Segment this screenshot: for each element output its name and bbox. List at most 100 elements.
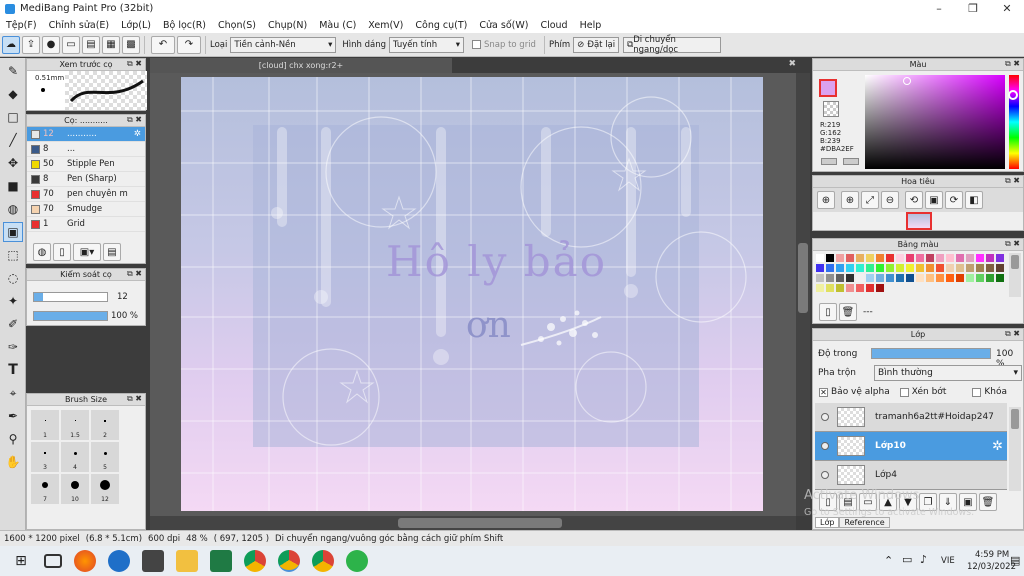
palette-swatch[interactable] <box>916 254 924 262</box>
type-select[interactable]: Tiền cảnh-Nền ▾ <box>230 36 337 53</box>
palette-swatch[interactable] <box>876 284 884 292</box>
tray-chevron-icon[interactable]: ⌃ <box>884 554 893 567</box>
shape-select[interactable]: Tuyến tính ▾ <box>388 36 464 53</box>
panel-controls[interactable]: ⧉ ✖ <box>1005 176 1020 186</box>
palette-swatch[interactable] <box>836 284 844 292</box>
select-eraser-tool[interactable]: ✑ <box>3 337 23 357</box>
size-cell[interactable]: 10 <box>61 474 89 504</box>
text-tool[interactable]: T <box>3 360 23 380</box>
layer-opacity-slider[interactable] <box>871 348 991 359</box>
palette-swatch[interactable] <box>906 264 914 272</box>
panel-controls[interactable]: ⧉ ✖ <box>1005 329 1020 339</box>
palette-swatch[interactable] <box>826 284 834 292</box>
palette-swatch[interactable] <box>966 264 974 272</box>
brush-opacity-slider[interactable] <box>33 311 108 321</box>
palette-swatch[interactable] <box>866 264 874 272</box>
palette-swatch[interactable] <box>936 264 944 272</box>
message-button[interactable]: ▭ <box>62 35 80 54</box>
maximize-button[interactable]: ❐ <box>956 0 990 17</box>
palette-swatch[interactable] <box>886 274 894 282</box>
fill-rect-tool[interactable]: ■ <box>3 176 23 196</box>
file-explorer-button[interactable] <box>176 550 198 572</box>
palette-swatch[interactable] <box>926 274 934 282</box>
comment-button[interactable]: ● <box>42 35 60 54</box>
palette-swatch[interactable] <box>826 274 834 282</box>
palette-swatch[interactable] <box>966 254 974 262</box>
tab-reference[interactable]: Reference <box>839 517 890 528</box>
panel-controls[interactable]: ⧉ ✖ <box>127 115 142 125</box>
menu-help[interactable]: Help <box>574 20 608 31</box>
palette-swatch[interactable] <box>816 264 824 272</box>
palette-swatch[interactable] <box>896 274 904 282</box>
palette-swatch[interactable] <box>956 274 964 282</box>
size-cell[interactable]: 3 <box>31 442 59 472</box>
notification-icon[interactable]: ▤ <box>1010 554 1020 567</box>
palette-swatch[interactable] <box>916 274 924 282</box>
tab-layer[interactable]: Lớp <box>815 517 840 528</box>
palette-swatch[interactable] <box>886 264 894 272</box>
bucket-tool[interactable]: ◍ <box>3 199 23 219</box>
palette-swatch[interactable] <box>836 264 844 272</box>
drawing-canvas[interactable]: Hô ly bảo ơn <box>181 77 763 511</box>
palette-swatch[interactable] <box>926 264 934 272</box>
background-color[interactable] <box>823 101 839 117</box>
palette-swatch[interactable] <box>856 264 864 272</box>
task-view-button[interactable] <box>44 554 62 568</box>
minimize-button[interactable]: – <box>922 0 956 17</box>
select-pen-tool[interactable]: ✐ <box>3 314 23 334</box>
palette-swatch[interactable] <box>936 274 944 282</box>
brush-item[interactable]: 8... <box>27 142 145 157</box>
menu-tools[interactable]: Công cụ(T) <box>409 20 473 31</box>
palette-swatch[interactable] <box>866 254 874 262</box>
edge-button[interactable] <box>108 550 130 572</box>
palette-swatch[interactable] <box>826 264 834 272</box>
palette-swatch[interactable] <box>966 274 974 282</box>
palette-swatch[interactable] <box>896 264 904 272</box>
palette-swatch[interactable] <box>876 264 884 272</box>
palette-swatch[interactable] <box>946 274 954 282</box>
menu-layer[interactable]: Lớp(L) <box>115 20 157 31</box>
palette-swatch[interactable] <box>896 254 904 262</box>
grid-button[interactable]: ▩ <box>122 35 140 54</box>
palette-swatch[interactable] <box>826 254 834 262</box>
fit-button[interactable]: ⤢ <box>861 191 879 209</box>
rotate-reset-button[interactable]: ▣ <box>925 191 943 209</box>
palette-swatch[interactable] <box>876 254 884 262</box>
divide-tool[interactable]: ⌖ <box>3 383 23 403</box>
move-axis-button[interactable]: ⧉ Di chuyển ngang/dọc <box>623 35 722 55</box>
share-button[interactable]: ⇪ <box>22 35 40 54</box>
visibility-icon[interactable] <box>821 442 829 450</box>
palette-swatch[interactable] <box>846 284 854 292</box>
panel-controls[interactable]: ⧉ ✖ <box>127 394 142 404</box>
scrollbar-thumb[interactable] <box>398 518 562 528</box>
blend-mode-select[interactable]: Bình thường ▾ <box>874 365 1022 381</box>
size-cell[interactable]: 4 <box>61 442 89 472</box>
store-button[interactable] <box>142 550 164 572</box>
color-swap-button[interactable] <box>821 158 837 165</box>
new-brush-button[interactable]: ▯ <box>53 243 71 261</box>
scrollbar-thumb[interactable] <box>1011 255 1019 269</box>
layer-item[interactable]: tramanh6a2tt#Hoidap247 <box>815 403 1007 432</box>
gradient-tool[interactable]: ▣ <box>3 222 23 242</box>
delete-layer-button[interactable]: 🗑 <box>979 493 997 511</box>
clock-time[interactable]: 4:59 PM <box>975 550 1009 560</box>
palette-swatch[interactable] <box>936 254 944 262</box>
rotate-left-button[interactable]: ⟲ <box>905 191 923 209</box>
menu-filter[interactable]: Bộ lọc(R) <box>157 20 212 31</box>
menu-view[interactable]: Xem(V) <box>362 20 409 31</box>
vertical-scrollbar[interactable] <box>796 73 810 516</box>
brush-tool[interactable]: ✎ <box>3 61 23 81</box>
menu-snap[interactable]: Chụp(N) <box>262 20 313 31</box>
layer-item[interactable]: Lớp10 ✲ <box>815 432 1007 461</box>
palette-swatch[interactable] <box>996 274 1004 282</box>
size-cell[interactable]: 12 <box>91 474 119 504</box>
excel-button[interactable] <box>210 550 232 572</box>
palette-swatch[interactable] <box>856 254 864 262</box>
network-icon[interactable]: ▭ <box>902 553 912 566</box>
undo-button[interactable]: ↶ <box>151 35 175 54</box>
menu-color[interactable]: Màu (C) <box>313 20 362 31</box>
magic-wand-tool[interactable]: ✦ <box>3 291 23 311</box>
brush-settings-button[interactable]: ◍ <box>33 243 51 261</box>
palette-swatch[interactable] <box>996 254 1004 262</box>
start-button[interactable]: ⊞ <box>10 550 32 572</box>
